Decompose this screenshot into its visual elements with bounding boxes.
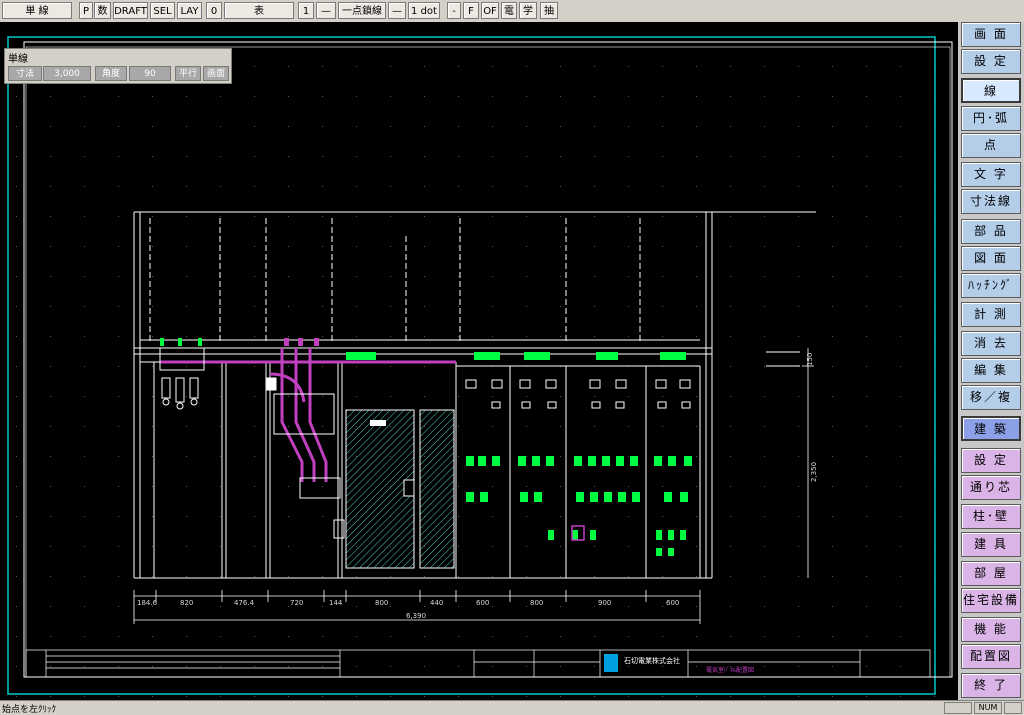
sidebar-item-grid-line[interactable]: 通り芯 [961,475,1021,500]
toolbar: 単 線 P 数 DRAFT SEL LAY 0 表 1 — 一点鎖線 — 1 d… [0,0,1024,23]
height-dim-label-2: 2,350 [810,462,818,482]
sidebar-item-architecture[interactable]: 建 築 [961,416,1021,441]
sidebar-item-dimension[interactable]: 寸法線 [961,189,1021,214]
dim-label: 440 [430,599,443,607]
prop-box-title: 単線 [8,54,28,65]
dim-label: 寸法 [8,66,42,81]
line-number-button[interactable]: 1 [298,2,314,19]
sidebar-item-exit[interactable]: 終 了 [961,673,1021,698]
p-button[interactable]: P [79,2,93,19]
sidebar-item-function[interactable]: 機 能 [961,617,1021,642]
command-sidebar: 画 面 設 定 線 円･弧 点 文 字 寸法線 部 品 図 面 ﾊｯﾁﾝｸﾞ 計… [958,22,1024,700]
status-indicator-2 [1004,702,1022,714]
gaku-button[interactable]: 学 [519,2,537,19]
draft-button[interactable]: DRAFT [113,2,148,19]
sidebar-item-measure[interactable]: 計 測 [961,302,1021,327]
lay-button[interactable]: LAY [177,2,202,19]
status-bar: 始点を左ｸﾘｯｸ NUM [0,700,1024,715]
num-indicator: NUM [974,702,1002,714]
sidebar-item-housing-equipment[interactable]: 住宅設備 [961,588,1021,613]
dim-label: 144 [329,599,343,607]
height-dim-label-1: 150 [806,353,814,366]
of-button[interactable]: OF [481,2,499,19]
angle-value-field[interactable]: 90 [129,66,171,81]
f-button[interactable]: F [463,2,479,19]
minus-button[interactable]: - [447,2,461,19]
dim-label: 600 [666,599,679,607]
dim-label: 800 [530,599,543,607]
sidebar-item-arch-settings[interactable]: 設 定 [961,448,1021,473]
dim-label: 476.4 [234,599,255,607]
sidebar-item-site-plan[interactable]: 配置図 [961,644,1021,669]
dim-label: 800 [375,599,388,607]
sidebar-item-text[interactable]: 文 字 [961,162,1021,187]
status-indicator [944,702,972,714]
chu-button[interactable]: 抽 [540,2,558,19]
sidebar-item-arc[interactable]: 円･弧 [961,106,1021,131]
dot-width-button[interactable]: 1 dot [408,2,440,19]
drawing-title: 電気室ﾊﾟﾈﾙ配置図 [706,666,754,674]
drawing-canvas[interactable]: 184.6 820 476.4 720 144 800 440 600 800 … [0,22,958,700]
line-properties-box: 単線 寸法 3,000 角度 90 平行 画面 [4,48,232,84]
dim-label: 900 [598,599,611,607]
dim-label: 820 [180,599,193,607]
hatched-panels [345,409,455,569]
dim-value-field[interactable]: 3,000 [43,66,91,81]
sidebar-item-move-copy[interactable]: 移／複 [961,385,1021,410]
parallel-button[interactable]: 平行 [175,66,201,81]
line-dash-left[interactable]: — [316,2,336,19]
layer-number-button[interactable]: 0 [206,2,222,19]
sidebar-item-erase[interactable]: 消 去 [961,331,1021,356]
sel-button[interactable]: SEL [150,2,175,19]
sidebar-item-parts[interactable]: 部 品 [961,219,1021,244]
table-button[interactable]: 表 [224,2,294,19]
sidebar-item-point[interactable]: 点 [961,133,1021,158]
company-name: 石切電業株式会社 [624,656,680,665]
sidebar-item-line[interactable]: 線 [961,78,1021,103]
sidebar-item-settings[interactable]: 設 定 [961,49,1021,74]
sidebar-item-room[interactable]: 部 屋 [961,561,1021,586]
den-button[interactable]: 電 [501,2,517,19]
dim-label: 600 [476,599,489,607]
dim-label: 184.6 [137,599,158,607]
sidebar-item-column-wall[interactable]: 柱･壁 [961,504,1021,529]
sidebar-item-fittings[interactable]: 建 具 [961,532,1021,557]
num-button[interactable]: 数 [94,2,111,19]
company-logo [604,654,618,672]
sidebar-item-edit[interactable]: 編 集 [961,358,1021,383]
angle-label: 角度 [95,66,127,81]
mode-button[interactable]: 単 線 [2,2,72,19]
sidebar-item-hatching[interactable]: ﾊｯﾁﾝｸﾞ [961,273,1021,298]
total-dim-label: 6,390 [406,612,426,620]
dim-label: 720 [290,599,303,607]
sidebar-item-screen[interactable]: 画 面 [961,22,1021,47]
screen-button[interactable]: 画面 [203,66,229,81]
sidebar-item-drawing[interactable]: 図 面 [961,246,1021,271]
drawing-svg[interactable]: 184.6 820 476.4 720 144 800 440 600 800 … [0,22,958,700]
linetype-button[interactable]: 一点鎖線 [338,2,386,19]
line-dash-right[interactable]: — [388,2,406,19]
status-message: 始点を左ｸﾘｯｸ [2,705,57,715]
